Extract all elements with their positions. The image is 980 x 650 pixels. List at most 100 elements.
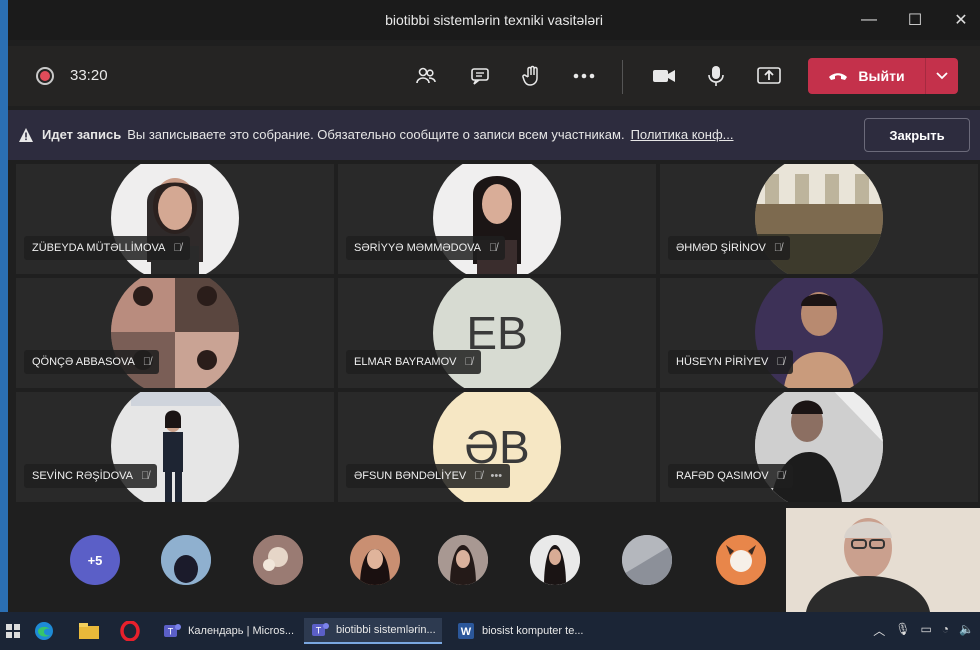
mic-off-icon: 🎙̸ bbox=[142, 356, 152, 368]
participant-tile[interactable]: RAFƏD QASIMOV 🎙̸ bbox=[660, 392, 978, 502]
hang-up-icon bbox=[829, 73, 848, 80]
recording-indicator-icon bbox=[36, 67, 54, 85]
word-icon: W bbox=[458, 623, 474, 639]
avatar[interactable] bbox=[350, 535, 400, 585]
more-participants-button[interactable]: +5 bbox=[70, 535, 120, 585]
participant-name-tag: SEVİNC RƏŞİDOVA 🎙̸ bbox=[24, 464, 158, 488]
taskbar-app-word[interactable]: W biosist komputer te... bbox=[456, 618, 584, 644]
participant-tile[interactable]: HÜSEYN PİRİYEV 🎙̸ bbox=[660, 278, 978, 388]
participant-name: ƏFSUN BƏNDƏLİYEV bbox=[354, 470, 467, 482]
teams-meeting-window: biotibbi sistemlərin texniki vasitələri … bbox=[8, 0, 980, 612]
window-title: biotibbi sistemlərin texniki vasitələri bbox=[385, 12, 603, 28]
recording-title: Идет запись bbox=[42, 127, 122, 142]
meeting-timer: 33:20 bbox=[70, 67, 108, 84]
participant-name: SƏRİYYƏ MƏMMƏDOVA bbox=[354, 242, 482, 254]
mic-off-icon: 🎙̸ bbox=[776, 470, 785, 482]
leave-options-chevron-down-icon[interactable] bbox=[926, 72, 958, 80]
volume-icon[interactable]: 🔈 bbox=[959, 622, 974, 639]
close-banner-button[interactable]: Закрыть bbox=[864, 118, 970, 152]
raise-hand-icon[interactable] bbox=[519, 63, 545, 89]
toolbar-divider bbox=[622, 60, 623, 94]
avatar[interactable] bbox=[253, 535, 303, 585]
teams-icon: T bbox=[312, 623, 329, 636]
participant-name-tag: SƏRİYYƏ MƏMMƏDOVA 🎙̸ bbox=[346, 236, 506, 260]
recording-banner: Идет запись Вы записываете это собрание. … bbox=[8, 110, 980, 160]
recording-text: Вы записываете это собрание. Обязательно… bbox=[127, 127, 625, 142]
participant-name-tag: HÜSEYN PİRİYEV 🎙̸ bbox=[668, 350, 793, 374]
mic-off-icon: 🎙̸ bbox=[773, 242, 783, 254]
title-bar: biotibbi sistemlərin texniki vasitələri … bbox=[8, 0, 980, 40]
window-edge bbox=[0, 0, 8, 612]
minimize-button[interactable]: — bbox=[860, 11, 878, 29]
privacy-policy-link[interactable]: Политика конф... bbox=[631, 127, 734, 142]
mic-off-icon: 🎙̸ bbox=[464, 356, 473, 368]
windows-start-icon[interactable] bbox=[6, 618, 20, 644]
participant-name: ELMAR BAYRAMOV bbox=[354, 356, 457, 368]
svg-text:T: T bbox=[168, 627, 174, 637]
avatar[interactable] bbox=[438, 535, 488, 585]
microphone-icon[interactable] bbox=[703, 63, 729, 89]
maximize-button[interactable]: ☐ bbox=[906, 10, 924, 30]
more-options-icon[interactable]: ••• bbox=[491, 470, 503, 482]
windows-taskbar: T Календарь | Micros... T biotibbi siste… bbox=[0, 612, 980, 650]
participant-name: RAFƏD QASIMOV bbox=[676, 470, 769, 482]
leave-button[interactable]: Выйти bbox=[808, 58, 958, 94]
participant-name-tag: ƏFSUN BƏNDƏLİYEV 🎙̸ ••• bbox=[346, 464, 511, 488]
network-icon[interactable]: ◔ bbox=[942, 622, 949, 639]
file-explorer-icon[interactable] bbox=[78, 618, 100, 644]
participant-name-tag: ƏHMƏD ŞİRİNOV 🎙̸ bbox=[668, 236, 791, 260]
warning-icon bbox=[19, 128, 33, 142]
leave-label: Выйти bbox=[858, 68, 905, 84]
participant-grid: ZÜBEYDA MÜTƏLLİMOVA 🎙̸ SƏRİYYƏ MƏMMƏDOVA… bbox=[8, 164, 980, 508]
participant-tile[interactable]: QÖNÇƏ ABBASOVA 🎙̸ bbox=[16, 278, 334, 388]
participant-name-tag: QÖNÇƏ ABBASOVA 🎙̸ bbox=[24, 350, 160, 374]
recording-message: Идет запись Вы записываете это собрание. … bbox=[42, 127, 734, 142]
mic-off-icon: 🎙̸ bbox=[140, 470, 150, 482]
avatar[interactable] bbox=[716, 535, 766, 585]
teams-icon: T bbox=[164, 624, 181, 637]
meeting-toolbar: 33:20 Выйти bbox=[8, 46, 980, 106]
taskbar-app-calendar[interactable]: T Календарь | Micros... bbox=[162, 618, 294, 644]
svg-text:T: T bbox=[316, 626, 322, 636]
participant-tile[interactable]: ZÜBEYDA MÜTƏLLİMOVA 🎙̸ bbox=[16, 164, 334, 274]
microphone-icon[interactable]: 🎙 bbox=[895, 622, 910, 639]
mic-off-icon: 🎙̸ bbox=[776, 356, 785, 368]
chat-icon[interactable] bbox=[467, 63, 493, 89]
mic-off-icon: 🎙̸ bbox=[489, 242, 498, 254]
participant-name: ƏHMƏD ŞİRİNOV bbox=[676, 242, 766, 254]
self-video-preview bbox=[786, 508, 980, 612]
mic-off-icon: 🎙̸ bbox=[474, 470, 483, 482]
participant-name: QÖNÇƏ ABBASOVA bbox=[32, 356, 135, 368]
leave-main-button[interactable]: Выйти bbox=[808, 58, 926, 94]
taskbar-app-label: biotibbi sistemlərin... bbox=[336, 624, 436, 636]
participant-tile[interactable]: ƏB ƏFSUN BƏNDƏLİYEV 🎙̸ ••• bbox=[338, 392, 656, 502]
edge-browser-icon[interactable] bbox=[34, 618, 54, 644]
avatar[interactable] bbox=[622, 535, 672, 585]
taskbar-app-label: Календарь | Micros... bbox=[188, 625, 295, 637]
avatar[interactable] bbox=[161, 535, 211, 585]
participant-overflow-strip: +5 bbox=[8, 508, 980, 612]
participant-name-tag: ZÜBEYDA MÜTƏLLİMOVA 🎙̸ bbox=[24, 236, 190, 260]
participant-name: SEVİNC RƏŞİDOVA bbox=[32, 470, 133, 482]
close-window-button[interactable]: ✕ bbox=[952, 10, 970, 30]
participant-name: HÜSEYN PİRİYEV bbox=[676, 356, 769, 368]
more-options-icon[interactable] bbox=[571, 63, 597, 89]
participant-tile[interactable]: SƏRİYYƏ MƏMMƏDOVA 🎙̸ bbox=[338, 164, 656, 274]
share-screen-icon[interactable] bbox=[756, 63, 782, 89]
camera-icon[interactable] bbox=[651, 63, 677, 89]
participant-tile[interactable]: SEVİNC RƏŞİDOVA 🎙̸ bbox=[16, 392, 334, 502]
participant-name-tag: ELMAR BAYRAMOV 🎙̸ bbox=[346, 350, 481, 374]
avatar[interactable] bbox=[530, 535, 580, 585]
window-controls: — ☐ ✕ bbox=[860, 0, 970, 40]
opera-browser-icon[interactable] bbox=[120, 618, 140, 644]
participant-tile[interactable]: EB ELMAR BAYRAMOV 🎙̸ bbox=[338, 278, 656, 388]
participant-tile[interactable]: ƏHMƏD ŞİRİNOV 🎙̸ bbox=[660, 164, 978, 274]
taskbar-app-label: biosist komputer te... bbox=[482, 625, 584, 637]
participant-name: ZÜBEYDA MÜTƏLLİMOVA bbox=[32, 242, 166, 254]
svg-text:W: W bbox=[461, 626, 472, 638]
battery-icon[interactable]: ▭ bbox=[920, 622, 931, 639]
mic-off-icon: 🎙̸ bbox=[173, 242, 182, 254]
participants-icon[interactable] bbox=[413, 63, 439, 89]
taskbar-app-meeting[interactable]: T biotibbi sistemlərin... bbox=[304, 618, 442, 644]
chevron-up-icon[interactable]: ︿ bbox=[873, 622, 885, 639]
